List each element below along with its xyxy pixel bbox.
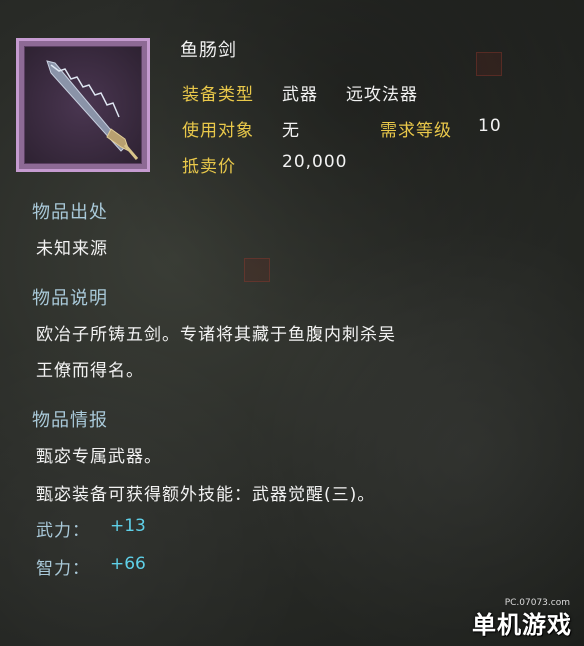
stat-zhi-value: +66	[110, 554, 146, 574]
watermark-logo: PC.07073.com 单机游戏	[460, 598, 576, 640]
stat-wu-value: +13	[110, 516, 146, 536]
description-heading: 物品说明	[32, 288, 108, 309]
level-req-value: 10	[478, 116, 502, 136]
stat-wu-label: 武力：	[36, 521, 90, 541]
origin-text: 未知来源	[36, 239, 108, 259]
equip-type-label: 装备类型	[182, 85, 254, 105]
item-icon-frame[interactable]	[16, 38, 150, 172]
faded-seal	[476, 52, 502, 76]
info-heading: 物品情报	[32, 410, 108, 431]
info-line: 甄宓专属武器。	[36, 447, 162, 467]
watermark-brand: 单机游戏	[472, 611, 572, 639]
sell-price-label: 抵卖价	[182, 157, 236, 177]
description-line: 王僚而得名。	[36, 361, 144, 381]
origin-heading: 物品出处	[32, 202, 108, 223]
faded-seal	[244, 258, 270, 282]
sell-price-value: 20,000	[282, 152, 348, 172]
stat-zhi-label: 智力：	[36, 559, 90, 579]
info-line: 甄宓装备可获得额外技能：武器觉醒(三)。	[36, 485, 376, 505]
target-value: 无	[282, 121, 300, 141]
description-line: 欧冶子所铸五剑。专诸将其藏于鱼腹内刺杀吴	[36, 325, 396, 345]
item-name: 鱼肠剑	[180, 40, 237, 61]
equip-subtype-value: 远攻法器	[346, 85, 418, 105]
equip-type-value: 武器	[282, 85, 318, 105]
level-req-label: 需求等级	[380, 121, 452, 141]
target-label: 使用对象	[182, 121, 254, 141]
sword-icon	[46, 60, 139, 160]
